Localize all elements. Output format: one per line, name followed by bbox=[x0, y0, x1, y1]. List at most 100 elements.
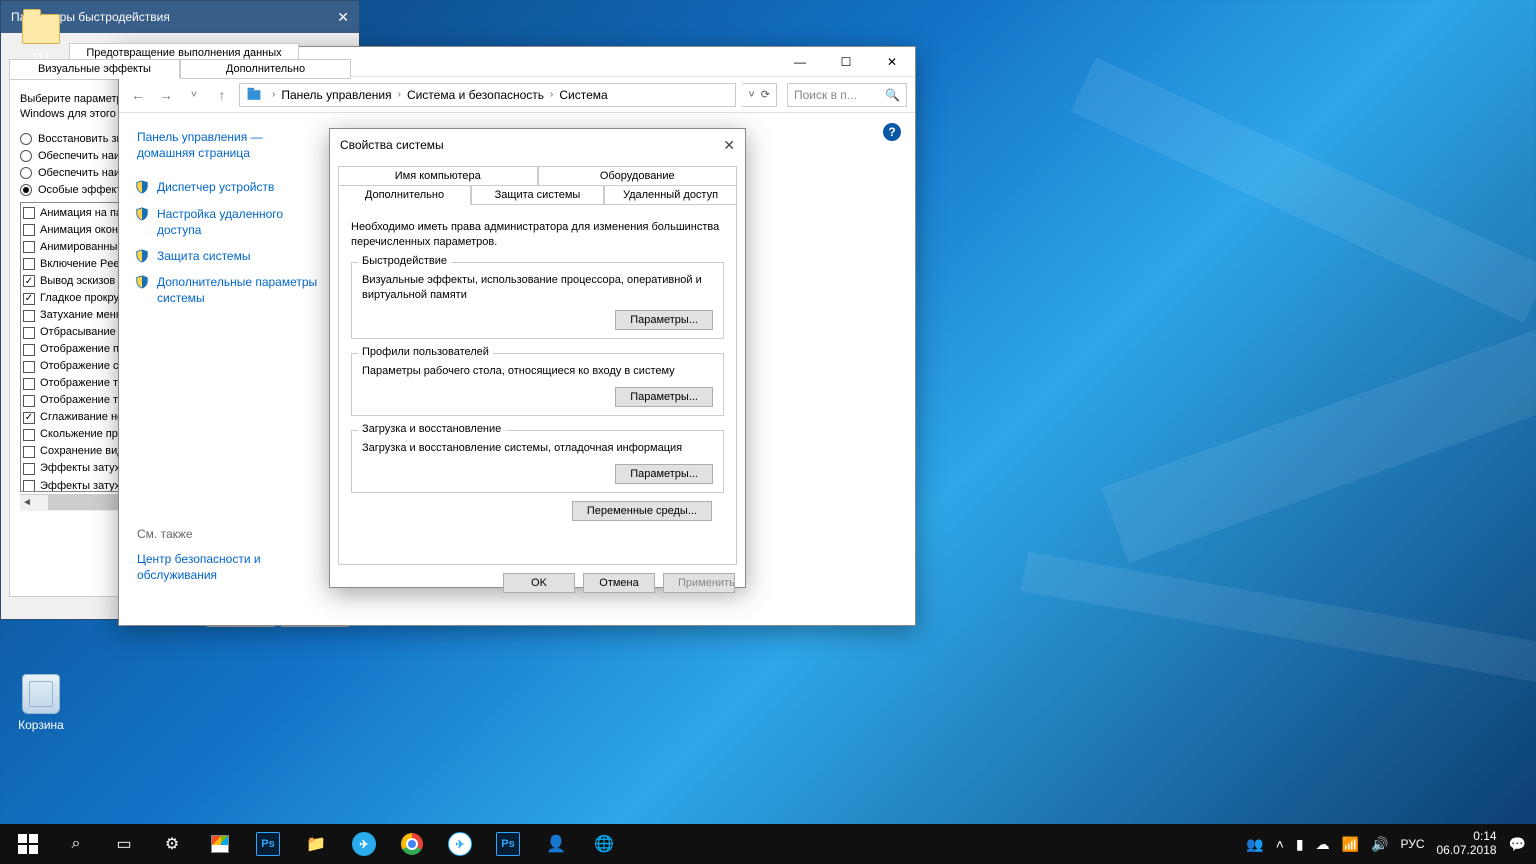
environment-variables-button[interactable]: Переменные среды... bbox=[572, 501, 712, 521]
tab-advanced[interactable]: Дополнительно bbox=[180, 59, 351, 79]
ok-button[interactable]: OK bbox=[503, 573, 575, 593]
taskbar-app-telegram[interactable]: ✈ bbox=[340, 824, 388, 864]
see-also-heading: См. также bbox=[137, 527, 321, 541]
nav-back-icon[interactable]: ← bbox=[127, 87, 149, 103]
tab-system-protection[interactable]: Защита системы bbox=[471, 185, 604, 205]
checkbox-icon bbox=[23, 258, 35, 270]
shield-icon bbox=[135, 275, 149, 289]
clock[interactable]: 0:14 06.07.2018 bbox=[1437, 830, 1497, 858]
tab-description: Необходимо иметь права администратора дл… bbox=[351, 220, 724, 250]
nav-recent-icon[interactable]: ˅ bbox=[183, 89, 205, 101]
checkbox-icon bbox=[23, 275, 35, 287]
folder-icon bbox=[248, 90, 261, 100]
radio-icon bbox=[20, 167, 32, 179]
desktop-folder-111[interactable]: 111 bbox=[4, 8, 78, 64]
dialog-title: Свойства системы bbox=[340, 138, 444, 152]
taskbar-app-chrome[interactable] bbox=[388, 824, 436, 864]
breadcrumb-item[interactable]: Система bbox=[559, 88, 607, 102]
taskbar-app-contacts[interactable]: 👤 bbox=[532, 824, 580, 864]
performance-settings-button[interactable]: Параметры... bbox=[615, 310, 713, 330]
chevron-right-icon: › bbox=[272, 89, 275, 100]
language-indicator[interactable]: РУС bbox=[1400, 837, 1424, 851]
shield-icon bbox=[135, 207, 149, 221]
tab-hardware[interactable]: Оборудование bbox=[538, 166, 738, 186]
close-button[interactable]: ✕ bbox=[337, 9, 349, 26]
clock-time: 0:14 bbox=[1437, 830, 1497, 844]
system-protection-link[interactable]: Защита системы bbox=[137, 248, 321, 264]
nav-up-icon[interactable]: ↑ bbox=[211, 87, 233, 103]
shield-icon bbox=[135, 180, 149, 194]
desktop-recycle-bin[interactable]: Корзина bbox=[4, 674, 78, 732]
onedrive-icon[interactable]: ☁ bbox=[1316, 836, 1330, 853]
radio-icon bbox=[20, 184, 32, 196]
control-panel-home-link[interactable]: Панель управления — домашняя страница bbox=[137, 129, 321, 161]
tab-visual-effects[interactable]: Визуальные эффекты bbox=[9, 59, 180, 79]
close-button[interactable]: ✕ bbox=[869, 47, 915, 77]
group-title: Быстродействие bbox=[358, 255, 451, 267]
tab-advanced[interactable]: Дополнительно bbox=[338, 185, 471, 205]
tray-expand-icon[interactable]: ˄ bbox=[1276, 836, 1284, 852]
checkbox-icon bbox=[23, 327, 35, 339]
app-icon: 🌐 bbox=[592, 832, 616, 856]
checkbox-icon bbox=[23, 241, 35, 253]
cancel-button[interactable]: Отмена bbox=[583, 573, 655, 593]
taskbar-app-photoshop-2[interactable]: Ps bbox=[484, 824, 532, 864]
chevron-down-icon[interactable]: ˅ bbox=[748, 89, 754, 101]
nav-forward-icon[interactable]: → bbox=[155, 87, 177, 103]
wifi-icon[interactable]: 📶 bbox=[1342, 836, 1359, 853]
effect-label: Включение Peek bbox=[40, 256, 125, 273]
remote-settings-link[interactable]: Настройка удаленного доступа bbox=[137, 206, 321, 238]
breadcrumb-item[interactable]: Панель управления bbox=[281, 88, 391, 102]
group-text: Визуальные эффекты, использование процес… bbox=[362, 273, 713, 303]
folder-icon bbox=[22, 14, 60, 44]
store-button[interactable] bbox=[196, 824, 244, 864]
group-text: Параметры рабочего стола, относящиеся ко… bbox=[362, 364, 713, 379]
startup-recovery-settings-button[interactable]: Параметры... bbox=[615, 464, 713, 484]
maximize-button[interactable]: ☐ bbox=[823, 47, 869, 77]
windows-logo-icon bbox=[18, 834, 38, 854]
security-maintenance-link[interactable]: Центр безопасности и обслуживания bbox=[137, 551, 321, 583]
desktop-icon-label: Корзина bbox=[4, 718, 78, 732]
taskbar: ⌕ ▭ ⚙ Ps 📁 ✈ ✈ Ps 👤 🌐 👥 ˄ ▮ ☁ 📶 🔊 РУС 0:… bbox=[0, 824, 1536, 864]
volume-icon[interactable]: 🔊 bbox=[1371, 836, 1388, 853]
radio-icon bbox=[20, 150, 32, 162]
performance-group: Быстродействие Визуальные эффекты, испол… bbox=[351, 262, 724, 340]
device-manager-link[interactable]: Диспетчер устройств bbox=[137, 179, 321, 195]
taskbar-app-telegram-alt[interactable]: ✈ bbox=[436, 824, 484, 864]
task-view-button[interactable]: ▭ bbox=[100, 824, 148, 864]
taskbar-app-photoshop[interactable]: Ps bbox=[244, 824, 292, 864]
taskbar-app-generic[interactable]: 🌐 bbox=[580, 824, 628, 864]
action-center-icon[interactable]: 💬 bbox=[1509, 836, 1526, 853]
advanced-system-settings-link[interactable]: Дополнительные параметры системы bbox=[137, 274, 321, 306]
explorer-side-pane: Панель управления — домашняя страница Ди… bbox=[119, 113, 329, 625]
close-button[interactable]: ✕ bbox=[723, 137, 735, 154]
search-icon: ⌕ bbox=[64, 832, 88, 856]
taskbar-app-explorer[interactable]: 📁 bbox=[292, 824, 340, 864]
people-icon[interactable]: 👥 bbox=[1246, 836, 1263, 853]
user-profiles-settings-button[interactable]: Параметры... bbox=[615, 387, 713, 407]
checkbox-icon bbox=[23, 395, 35, 407]
tab-remote[interactable]: Удаленный доступ bbox=[604, 185, 737, 205]
shield-icon bbox=[135, 249, 149, 263]
tab-computer-name[interactable]: Имя компьютера bbox=[338, 166, 538, 186]
telegram-icon: ✈ bbox=[448, 832, 472, 856]
battery-icon[interactable]: ▮ bbox=[1296, 836, 1304, 853]
apply-button[interactable]: Применить bbox=[663, 573, 735, 593]
breadcrumb-item[interactable]: Система и безопасность bbox=[407, 88, 544, 102]
minimize-button[interactable]: — bbox=[777, 47, 823, 77]
search-input[interactable]: Поиск в п... 🔍 bbox=[787, 83, 907, 107]
dialog-titlebar[interactable]: Свойства системы ✕ bbox=[330, 129, 745, 161]
group-title: Профили пользователей bbox=[358, 346, 493, 358]
breadcrumb[interactable]: › Панель управления › Система и безопасн… bbox=[239, 83, 736, 107]
scroll-left-icon[interactable]: ◄ bbox=[20, 497, 34, 508]
contacts-icon: 👤 bbox=[544, 832, 568, 856]
help-icon[interactable]: ? bbox=[883, 123, 901, 141]
refresh-icon[interactable]: ⟳ bbox=[761, 88, 770, 101]
system-properties-dialog: Свойства системы ✕ Имя компьютера Оборуд… bbox=[329, 128, 746, 588]
recycle-bin-icon bbox=[22, 674, 60, 714]
checkbox-icon bbox=[23, 361, 35, 373]
settings-button[interactable]: ⚙ bbox=[148, 824, 196, 864]
task-view-icon: ▭ bbox=[112, 832, 136, 856]
search-button[interactable]: ⌕ bbox=[52, 824, 100, 864]
start-button[interactable] bbox=[4, 824, 52, 864]
